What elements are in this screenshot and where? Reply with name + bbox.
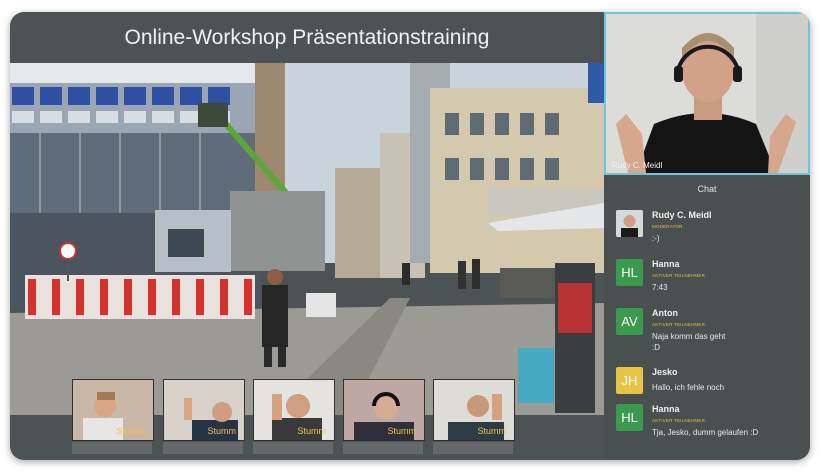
mute-label: Stumm [387,426,416,436]
participant-video-4[interactable]: Stumm [343,379,425,441]
mute-label: Stumm [477,426,506,436]
avatar: HL [616,259,643,286]
chat-message: AV Anton AKTIVER TEILNEHMER Naja komm da… [616,308,806,362]
chat-role: MODERATOR [652,224,683,229]
chat-role: AKTIVER TEILNEHMER [652,418,706,423]
chat-author: Hanna [652,259,680,269]
participant-video-1[interactable]: Stumm [72,379,154,441]
chat-title: Chat [697,184,717,194]
participant-name-bar [163,442,243,454]
virtual-background [10,63,604,415]
chat-text: Naja komm das geht :D [652,332,726,352]
chat-author: Hanna [652,404,680,414]
chat-message: HL Hanna AKTIVER TEILNEHMER Tja, Jesko, … [616,404,806,448]
chat-message: HL Hanna AKTIVER TEILNEHMER 7:43 [616,259,806,303]
participant-video-5[interactable]: Stumm [433,379,515,441]
avatar [616,210,643,237]
chat-author: Rudy C. Meidl [652,210,712,220]
chat-message: Rudy C. Meidl MODERATOR :-) [616,210,806,254]
chat-text: 7:43 [652,283,668,292]
avatar: AV [616,308,643,335]
participant-strip: Stumm Stumm Stumm Stumm Stumm [10,379,604,460]
mute-label: Stumm [297,426,326,436]
chat-text: Hallo, ich fehle noch [652,383,725,392]
participant-name-bar [72,442,152,454]
chat-role: AKTIVER TEILNEHMER [652,322,706,327]
chat-text: :-) [652,234,660,243]
participant-name-bar [253,442,333,454]
participant-name-bar [433,442,513,454]
avatar: JH [616,367,643,394]
avatar: HL [616,404,643,431]
side-panel: Rudy C. Meidl Chat Rudy C. Meidl MODERAT… [604,12,810,460]
active-speaker-video[interactable]: Rudy C. Meidl [604,12,810,175]
participant-name-bar [343,442,423,454]
chat-author: Jesko [652,367,678,377]
mute-label: Stumm [116,426,145,436]
participant-video-2[interactable]: Stumm [163,379,245,441]
meeting-title: Online-Workshop Präsentationstraining [124,26,490,49]
chat-text: Tja, Jesko, dumm gelaufen :D [652,428,759,437]
mute-label: Stumm [207,426,236,436]
participant-video-3[interactable]: Stumm [253,379,335,441]
chat-role: AKTIVER TEILNEHMER [652,273,706,278]
chat-author: Anton [652,308,678,318]
meeting-window: Online-Workshop Präsentationstraining St… [10,12,810,460]
speaker-name: Rudy C. Meidl [612,161,663,170]
chat-message: JH Jesko Hallo, ich fehle noch [616,367,806,403]
